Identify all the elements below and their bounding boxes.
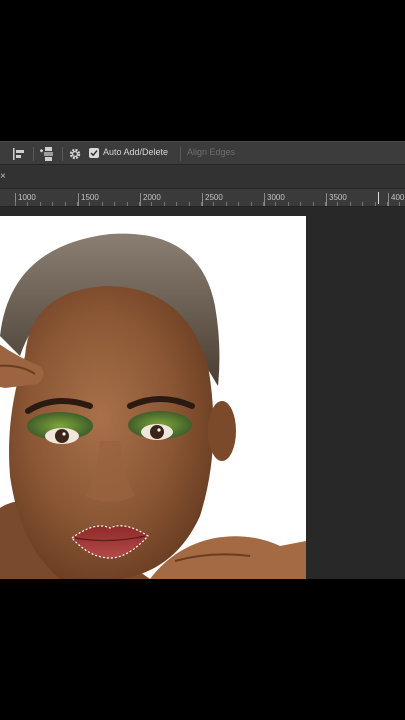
ruler-tick: 2000 — [140, 193, 161, 206]
ruler-minor-tick — [15, 202, 16, 206]
horizontal-ruler: 1000 1500 2000 2500 3000 3500 400 — [0, 189, 405, 207]
checkbox-icon[interactable] — [89, 148, 99, 158]
ruler-minor-tick — [312, 202, 314, 206]
ruler-minor-tick — [27, 202, 29, 206]
portrait-photo — [0, 216, 306, 579]
ruler-minor-tick — [287, 202, 289, 206]
ruler-minor-tick — [250, 202, 252, 206]
document-tab-strip: × — [0, 165, 405, 189]
document-canvas[interactable] — [0, 216, 306, 579]
ruler-tick: 1000 — [15, 193, 36, 206]
ruler-tick: 2500 — [202, 193, 223, 206]
ruler-tick: 3500 — [326, 193, 347, 206]
gear-icon[interactable] — [67, 145, 83, 163]
ruler-tick: 1500 — [78, 193, 99, 206]
ruler-minor-tick — [201, 202, 202, 206]
ruler-minor-tick — [349, 202, 351, 206]
options-bar: Auto Add/Delete Align Edges — [0, 141, 405, 165]
path-arrange-icon[interactable] — [38, 145, 58, 163]
ruler-minor-tick — [64, 202, 66, 206]
ruler-minor-tick — [275, 202, 277, 206]
separator — [62, 147, 63, 161]
ruler-minor-tick — [374, 202, 376, 206]
ruler-tick: 400 — [388, 193, 404, 206]
ruler-minor-tick — [126, 202, 128, 206]
ruler-minor-tick — [337, 202, 339, 206]
ruler-minor-tick — [52, 202, 54, 206]
ruler-minor-tick — [225, 202, 227, 206]
ruler-minor-tick — [89, 202, 91, 206]
ruler-minor-tick — [139, 202, 140, 206]
ruler-minor-tick — [387, 202, 388, 206]
separator — [180, 147, 181, 161]
ruler-minor-tick — [151, 202, 153, 206]
ruler-minor-tick — [399, 202, 401, 206]
ruler-minor-tick — [163, 202, 165, 206]
close-icon[interactable]: × — [0, 171, 6, 182]
auto-add-delete-label[interactable]: Auto Add/Delete — [103, 147, 168, 157]
ruler-minor-tick — [114, 202, 116, 206]
path-align-icon[interactable] — [10, 145, 28, 163]
ruler-minor-tick — [325, 202, 326, 206]
ruler-minor-tick — [77, 202, 78, 206]
ruler-minor-tick — [188, 202, 190, 206]
ruler-minor-tick — [362, 202, 364, 206]
ruler-minor-tick — [213, 202, 215, 206]
align-edges-checkbox[interactable]: Align Edges — [187, 147, 235, 157]
ruler-minor-tick — [263, 202, 264, 206]
photoshop-window: Auto Add/Delete Align Edges × 1000 1500 … — [0, 141, 405, 579]
ruler-minor-tick — [300, 202, 302, 206]
ruler-minor-tick — [101, 202, 103, 206]
canvas-area[interactable] — [0, 207, 405, 579]
ruler-tick: 3000 — [264, 193, 285, 206]
ruler-cursor-marker — [378, 192, 379, 204]
separator — [33, 147, 34, 161]
ruler-minor-tick — [39, 202, 41, 206]
ruler-minor-tick — [176, 202, 178, 206]
ruler-minor-tick — [238, 202, 240, 206]
